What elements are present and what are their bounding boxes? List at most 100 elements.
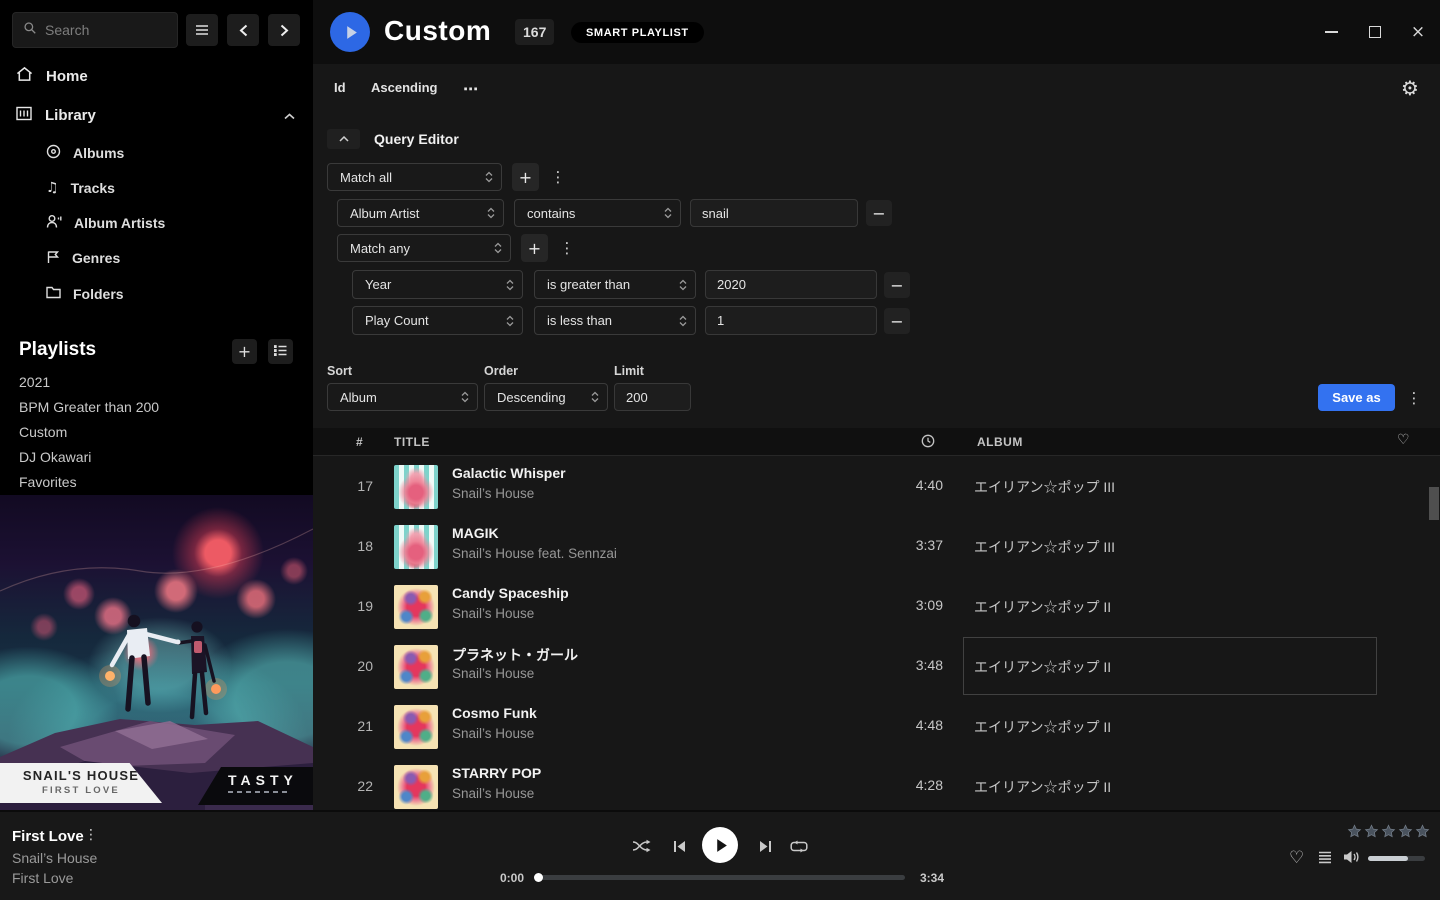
remove-group-rule-button[interactable]: − (884, 308, 910, 334)
track-artwork (394, 705, 438, 749)
track-artist: Snail’s House (452, 486, 534, 501)
player-bar: First Love ⋮ Snail’s House First Love 0:… (0, 810, 1440, 900)
sort-direction-button[interactable]: Ascending (371, 80, 437, 95)
now-playing-title[interactable]: First Love (12, 828, 84, 845)
select-updown-icon (487, 207, 495, 219)
group-rule-operator-select[interactable]: is greater than (534, 270, 696, 299)
shuffle-button[interactable] (631, 836, 653, 856)
sidebar-item-album-artists[interactable]: Album Artists (0, 209, 313, 237)
back-button[interactable] (227, 14, 259, 46)
now-playing-artist[interactable]: Snail’s House (12, 850, 97, 866)
header-index[interactable]: # (356, 435, 363, 449)
sort-select[interactable]: Album (327, 383, 478, 411)
more-options-button[interactable]: ⋯ (463, 80, 478, 98)
playlist-item[interactable]: Custom (19, 424, 67, 444)
add-playlist-button[interactable]: + (232, 339, 257, 364)
track-index: 18 (343, 538, 373, 554)
heart-icon[interactable]: ♡ (1397, 432, 1410, 448)
now-playing-artwork[interactable]: SNAIL'S HOUSE FIRST LOVE TASTY (0, 495, 313, 810)
play-playlist-button[interactable] (330, 12, 370, 52)
group-menu-button[interactable]: ⋮ (558, 234, 576, 262)
star-icon[interactable] (1381, 824, 1396, 840)
volume-icon[interactable] (1343, 850, 1361, 869)
sidebar-item-albums[interactable]: Albums (0, 139, 313, 167)
folder-icon (46, 286, 61, 302)
playlist-list-button[interactable] (268, 339, 293, 364)
group-match-value: Match any (350, 241, 410, 256)
query-editor-collapse-button[interactable] (327, 129, 360, 149)
sort-field-button[interactable]: Id (334, 80, 346, 95)
repeat-button[interactable] (788, 836, 810, 856)
record-label-submark (228, 791, 313, 793)
star-icon[interactable] (1347, 824, 1362, 840)
sidebar-item-genres[interactable]: Genres (0, 244, 313, 272)
rule-value-input[interactable] (690, 199, 858, 227)
save-as-button[interactable]: Save as (1318, 384, 1395, 411)
group-rule-operator-select[interactable]: is less than (534, 306, 696, 335)
clock-icon[interactable] (921, 434, 935, 451)
search-box[interactable] (12, 12, 178, 48)
limit-input[interactable] (614, 383, 691, 411)
library-icon (16, 106, 32, 125)
playlist-item[interactable]: Favorites (19, 474, 77, 494)
group-rule-field-select[interactable]: Play Count (352, 306, 523, 335)
rule-field-value: Album Artist (350, 206, 419, 221)
next-button[interactable] (754, 836, 776, 856)
menu-button[interactable] (186, 14, 218, 46)
header-album[interactable]: ALBUM (977, 435, 1023, 449)
forward-button[interactable] (268, 14, 300, 46)
seek-thumb[interactable] (534, 873, 543, 882)
star-icon[interactable] (1398, 824, 1413, 840)
remove-rule-button[interactable]: − (866, 200, 892, 226)
track-row[interactable]: 22 STARRY POP Snail’s House 4:28 エイリアン☆ポ… (313, 757, 1440, 810)
sidebar-item-library[interactable]: Library (0, 100, 313, 130)
maximize-button[interactable] (1365, 22, 1385, 42)
sidebar-item-tracks[interactable]: ♫ Tracks (0, 174, 313, 202)
queue-button[interactable] (1318, 851, 1332, 869)
remove-group-rule-button[interactable]: − (884, 272, 910, 298)
group-rule-value-input[interactable] (705, 306, 877, 335)
rule-group-menu-button[interactable]: ⋮ (549, 163, 567, 191)
header-title[interactable]: TITLE (394, 435, 430, 449)
rule-operator-value: contains (527, 206, 575, 221)
track-row[interactable]: 20 プラネット・ガール Snail’s House 3:48 エイリアン☆ポッ… (313, 637, 1440, 697)
playlist-item[interactable]: BPM Greater than 200 (19, 399, 159, 419)
sidebar-item-home[interactable]: Home (0, 61, 313, 91)
group-rule-field-select[interactable]: Year (352, 270, 523, 299)
chevron-up-icon[interactable] (284, 107, 295, 124)
track-row[interactable]: 21 Cosmo Funk Snail’s House 4:48 エイリアン☆ポ… (313, 697, 1440, 757)
group-rule-value-input[interactable] (705, 270, 877, 299)
playlist-item[interactable]: 2021 (19, 374, 50, 394)
previous-button[interactable] (668, 836, 690, 856)
track-duration: 4:28 (843, 777, 943, 793)
volume-slider[interactable] (1368, 856, 1425, 861)
star-icon[interactable] (1415, 824, 1430, 840)
add-rule-button[interactable]: + (512, 163, 539, 191)
add-group-rule-button[interactable]: + (521, 234, 548, 262)
close-button[interactable]: × (1408, 22, 1428, 42)
now-playing-menu-button[interactable]: ⋮ (84, 827, 98, 843)
playlist-item[interactable]: DJ Okawari (19, 449, 91, 469)
track-artwork (394, 585, 438, 629)
rule-field-select[interactable]: Album Artist (337, 199, 504, 227)
track-row[interactable]: 18 MAGIK Snail’s House feat. Sennzai 3:3… (313, 517, 1440, 577)
gear-icon[interactable]: ⚙ (1401, 76, 1419, 100)
now-playing-album[interactable]: First Love (12, 870, 73, 886)
play-button[interactable] (702, 827, 738, 863)
root-match-select[interactable]: Match all (327, 163, 502, 191)
playlist-header-bar: Custom 167 SMART PLAYLIST × (313, 0, 1440, 64)
sidebar-item-folders[interactable]: Folders (0, 280, 313, 308)
star-icon[interactable] (1364, 824, 1379, 840)
track-row[interactable]: 17 Galactic Whisper Snail’s House 4:40 エ… (313, 457, 1440, 517)
group-rule-field-value: Year (365, 277, 391, 292)
group-match-select[interactable]: Match any (337, 234, 511, 262)
seek-slider[interactable] (535, 875, 905, 880)
track-title: Galactic Whisper (452, 465, 566, 481)
save-menu-button[interactable]: ⋮ (1405, 384, 1423, 411)
favorite-button[interactable]: ♡ (1289, 848, 1304, 868)
minimize-button[interactable] (1321, 22, 1341, 42)
track-row[interactable]: 19 Candy Spaceship Snail’s House 3:09 エイ… (313, 577, 1440, 637)
rule-operator-select[interactable]: contains (514, 199, 681, 227)
scrollbar-thumb[interactable] (1429, 487, 1439, 520)
order-select[interactable]: Descending (484, 383, 608, 411)
